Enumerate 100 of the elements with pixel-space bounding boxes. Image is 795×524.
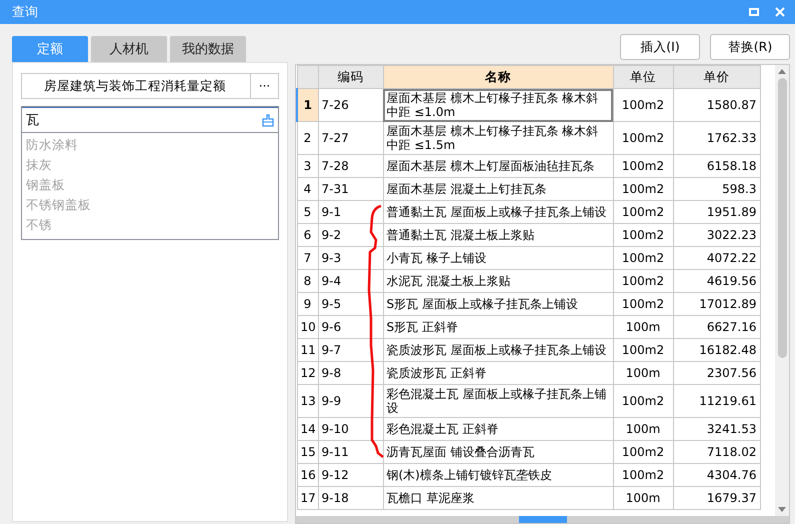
vertical-scrollbar[interactable] — [775, 65, 789, 516]
table-cell: S形瓦 正斜脊 — [383, 316, 613, 338]
table-cell: 100m2 — [613, 440, 673, 464]
search-field[interactable]: 瓦 — [22, 107, 278, 133]
table-cell: 100m2 — [613, 224, 673, 246]
column-header[interactable]: 单位 — [613, 66, 673, 88]
table-cell: 9-11 — [318, 440, 383, 464]
row-number[interactable]: 5 — [297, 200, 318, 224]
table-cell: 3241.53 — [673, 418, 760, 440]
action-button[interactable]: 替换(R) — [710, 34, 790, 60]
table-cell: 9-3 — [318, 246, 383, 270]
table-cell: 屋面木基层 檩木上钉屋面板油毡挂瓦条 — [383, 154, 613, 178]
scroll-down-icon[interactable] — [778, 507, 786, 512]
row-number[interactable]: 16 — [297, 464, 318, 486]
row-number[interactable]: 2 — [297, 122, 318, 154]
table-cell: 1679.37 — [673, 486, 760, 510]
table-cell: 1951.89 — [673, 200, 760, 224]
row-number[interactable]: 13 — [297, 384, 318, 418]
table-cell: 瓦檐口 草泥座浆 — [383, 486, 613, 510]
close-icon[interactable] — [775, 7, 785, 17]
table-cell: 7-27 — [318, 122, 383, 154]
tab[interactable]: 人材机 — [91, 36, 167, 62]
table-cell: 16182.48 — [673, 338, 760, 362]
table-cell: 7118.02 — [673, 440, 760, 464]
column-header[interactable]: 单价 — [673, 66, 760, 88]
table-cell: 100m — [613, 418, 673, 440]
row-number[interactable]: 4 — [297, 178, 318, 200]
row-number[interactable]: 11 — [297, 338, 318, 362]
broom-icon[interactable] — [262, 114, 274, 126]
action-button[interactable]: 插入(I) — [620, 34, 700, 60]
table-cell: 4619.56 — [673, 270, 760, 292]
table-cell: 598.3 — [673, 178, 760, 200]
table-cell: 2307.56 — [673, 362, 760, 384]
table-cell: 17012.89 — [673, 292, 760, 316]
table-cell: 6158.18 — [673, 154, 760, 178]
table-cell: 屋面木基层 混凝土上钉挂瓦条 — [383, 178, 613, 200]
table-cell: 7-31 — [318, 178, 383, 200]
table-cell: 100m2 — [613, 88, 673, 122]
table-cell: 沥青瓦屋面 铺设叠合沥青瓦 — [383, 440, 613, 464]
table-cell: 100m2 — [613, 200, 673, 224]
row-number[interactable]: 14 — [297, 418, 318, 440]
table-cell: 9-2 — [318, 224, 383, 246]
scroll-up-icon[interactable] — [778, 69, 786, 74]
table-cell: 100m — [613, 486, 673, 510]
table-cell: 4072.22 — [673, 246, 760, 270]
horizontal-scrollbar[interactable] — [296, 516, 789, 523]
maximize-icon[interactable] — [749, 8, 759, 16]
table-cell: 9-9 — [318, 384, 383, 418]
table-cell: 100m2 — [613, 122, 673, 154]
table-cell: 6627.16 — [673, 316, 760, 338]
table-cell: 普通黏土瓦 屋面板上或椽子挂瓦条上铺设 — [383, 200, 613, 224]
row-number[interactable]: 15 — [297, 440, 318, 464]
window-title: 查询 — [12, 4, 39, 21]
table-cell: 100m2 — [613, 154, 673, 178]
table-cell: 屋面木基层 檩木上钉椽子挂瓦条 椽木斜中距 ≤1.5m — [383, 122, 613, 154]
table-cell: 1762.33 — [673, 122, 760, 154]
row-number[interactable]: 1 — [297, 88, 318, 122]
library-field[interactable]: 房屋建筑与装饰工程消耗量定额 ··· — [21, 73, 279, 99]
table-cell: 瓷质波形瓦 屋面板上或椽子挂瓦条上铺设 — [383, 338, 613, 362]
table-cell: 100m2 — [613, 338, 673, 362]
table-cell: 9-10 — [318, 418, 383, 440]
table-cell: 4304.76 — [673, 464, 760, 486]
row-number[interactable]: 17 — [297, 486, 318, 510]
table-cell: 3022.23 — [673, 224, 760, 246]
table-cell: 1580.87 — [673, 88, 760, 122]
table-cell: 9-4 — [318, 270, 383, 292]
table-cell: 彩色混凝土瓦 正斜脊 — [383, 418, 613, 440]
table-cell: 9-12 — [318, 464, 383, 486]
column-header[interactable]: 名称 — [383, 66, 613, 88]
row-number[interactable]: 12 — [297, 362, 318, 384]
row-number[interactable]: 3 — [297, 154, 318, 178]
table-cell: 钢(木)檩条上铺钉镀锌瓦垄铁皮 — [383, 464, 613, 486]
table-cell: 100m2 — [613, 292, 673, 316]
table-cell: 9-7 — [318, 338, 383, 362]
table-cell: 100m — [613, 362, 673, 384]
table-cell: 100m2 — [613, 270, 673, 292]
table-cell: S形瓦 屋面板上或椽子挂瓦条上铺设 — [383, 292, 613, 316]
table-cell: 100m2 — [613, 464, 673, 486]
table-cell: 普通黏土瓦 混凝土板上浆贴 — [383, 224, 613, 246]
table-cell: 11219.61 — [673, 384, 760, 418]
table-cell: 瓷质波形瓦 正斜脊 — [383, 362, 613, 384]
table-cell: 100m2 — [613, 246, 673, 270]
table-cell: 7-28 — [318, 154, 383, 178]
row-number[interactable]: 7 — [297, 246, 318, 270]
table-cell: 9-18 — [318, 486, 383, 510]
table-cell: 9-8 — [318, 362, 383, 384]
row-number[interactable]: 6 — [297, 224, 318, 246]
table-cell: 100m2 — [613, 178, 673, 200]
table-cell: 100m2 — [613, 384, 673, 418]
row-number[interactable]: 8 — [297, 270, 318, 292]
table-cell: 100m — [613, 316, 673, 338]
row-number[interactable]: 10 — [297, 316, 318, 338]
table-cell: 9-5 — [318, 292, 383, 316]
tab[interactable]: 我的数据 — [170, 36, 246, 62]
table-cell: 9-6 — [318, 316, 383, 338]
table-cell: 小青瓦 椽子上铺设 — [383, 246, 613, 270]
table-cell: 水泥瓦 混凝土板上浆贴 — [383, 270, 613, 292]
table-cell: 彩色混凝土瓦 屋面板上或椽子挂瓦条上铺设 — [383, 384, 613, 418]
row-number[interactable]: 9 — [297, 292, 318, 316]
column-header[interactable]: 编码 — [318, 66, 383, 88]
